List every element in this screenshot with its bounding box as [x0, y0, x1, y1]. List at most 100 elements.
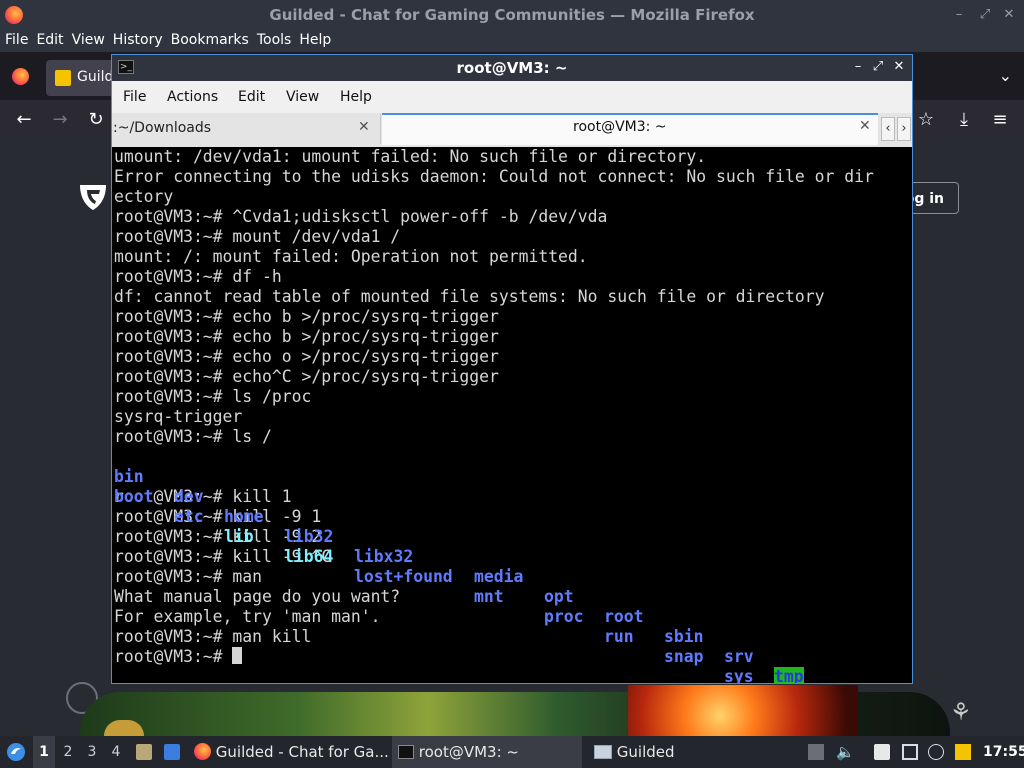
- terminal-line: root@VM3:~# kill 1: [114, 487, 292, 506]
- guilded-favicon-icon: [55, 70, 71, 86]
- terminal-cursor: [232, 647, 243, 664]
- guilded-logo-icon[interactable]: [78, 182, 108, 212]
- ls-entry: etc: [174, 507, 204, 526]
- terminal-maximize-icon[interactable]: ⤢: [870, 59, 886, 74]
- ls-entry: snap: [664, 647, 704, 666]
- firefox-titlebar: Guilded - Chat for Gaming Communities — …: [0, 0, 1024, 30]
- terminal-line: ectory: [114, 187, 174, 206]
- terminal-line: root@VM3:~# echo b >/proc/sysrq-trigger: [114, 307, 499, 326]
- minimize-icon[interactable]: –: [950, 6, 968, 24]
- term-menu-edit[interactable]: Edit: [238, 89, 265, 105]
- workspace-2[interactable]: 2: [57, 736, 79, 768]
- ls-entry: libx32: [354, 547, 414, 566]
- terminal-titlebar[interactable]: >_ root@VM3: ~ – ⤢ ✕: [112, 55, 912, 81]
- scroll-indicator-icon[interactable]: [808, 744, 824, 760]
- task-label: Guilded - Chat for Ga...: [215, 743, 389, 761]
- reload-icon[interactable]: ↻: [84, 108, 108, 132]
- terminal-line: What manual page do you want?: [114, 587, 401, 606]
- ls-entry: media: [474, 567, 524, 586]
- file-manager-icon[interactable]: [136, 744, 152, 760]
- ls-entry: run: [604, 627, 634, 646]
- terminal-line: root@VM3:~# echo^C >/proc/sysrq-trigger: [114, 367, 499, 386]
- workspace-3[interactable]: 3: [81, 736, 103, 768]
- term-menu-view[interactable]: View: [286, 89, 319, 105]
- tab-scroll-left-icon[interactable]: ‹: [881, 117, 895, 141]
- menu-edit[interactable]: Edit: [31, 30, 66, 48]
- terminal-window[interactable]: >_ root@VM3: ~ – ⤢ ✕ File Actions Edit V…: [111, 54, 913, 684]
- terminal-tab-active[interactable]: root@VM3: ~ ✕: [382, 113, 878, 145]
- terminal-line: root@VM3:~# df -h: [114, 267, 282, 286]
- terminal-line: mount: /: mount failed: Operation not pe…: [114, 247, 588, 266]
- taskbar: 1 2 3 4 Guilded - Chat for Ga... root@VM…: [0, 736, 1024, 768]
- terminal-tab-label: root@VM3: ~: [573, 119, 667, 135]
- ls-entry: opt: [544, 587, 574, 606]
- terminal-line: umount: /dev/vda1: umount failed: No suc…: [114, 147, 707, 166]
- menu-history[interactable]: History: [108, 30, 166, 48]
- workspace-4[interactable]: 4: [105, 736, 127, 768]
- bookmark-star-icon[interactable]: ☆: [914, 108, 938, 132]
- terminal-line: root@VM3:~# echo b >/proc/sysrq-trigger: [114, 327, 499, 346]
- menu-tools[interactable]: Tools: [252, 30, 295, 48]
- terminal-tab-downloads[interactable]: :~/Downloads ✕: [112, 114, 381, 144]
- ls-entry: sbin: [664, 627, 704, 646]
- ls-entry-tmp: tmp: [774, 667, 804, 683]
- terminal-line: sysrq-trigger: [114, 407, 243, 426]
- clipboard-icon[interactable]: [874, 744, 890, 760]
- workspace-1[interactable]: 1: [33, 736, 55, 768]
- term-menu-actions[interactable]: Actions: [167, 89, 218, 105]
- term-menu-file[interactable]: File: [123, 89, 146, 105]
- terminal-minimize-icon[interactable]: –: [850, 59, 866, 74]
- ls-entry: boot: [114, 487, 154, 506]
- maximize-icon[interactable]: ⤢: [976, 6, 994, 24]
- tab-close-icon[interactable]: ✕: [859, 118, 871, 134]
- window-icon: [594, 745, 612, 759]
- terminal-line: root@VM3:~# ^Cvda1;udisksctl power-off -…: [114, 207, 608, 226]
- terminal-tabbar: :~/Downloads ✕ root@VM3: ~ ✕ ‹ ›: [112, 113, 912, 147]
- terminal-tab-label: :~/Downloads: [113, 120, 212, 136]
- terminal-line: root@VM3:~# mount /dev/vda1 /: [114, 227, 401, 246]
- display-icon[interactable]: [902, 744, 918, 760]
- forward-icon[interactable]: →: [48, 108, 72, 132]
- ls-output-row-2: boot etc lib lib64 lost+found mnt proc r…: [114, 467, 910, 683]
- terminal-line: For example, try 'man man'.: [114, 607, 381, 626]
- show-desktop-icon[interactable]: [164, 744, 180, 760]
- task-terminal[interactable]: root@VM3: ~: [392, 736, 582, 768]
- terminal-line: root@VM3:~# man kill: [114, 627, 312, 646]
- downloads-icon[interactable]: ⤓: [952, 108, 976, 132]
- menu-file[interactable]: File: [0, 30, 31, 48]
- menu-help[interactable]: Help: [294, 30, 334, 48]
- clock[interactable]: 17:55: [983, 736, 1024, 768]
- terminal-line: Error connecting to the udisks daemon: C…: [114, 167, 874, 186]
- terminal-line: root@VM3:~# echo o >/proc/sysrq-trigger: [114, 347, 499, 366]
- firefox-view-icon[interactable]: [12, 68, 29, 85]
- terminal-close-icon[interactable]: ✕: [891, 59, 907, 74]
- menu-bookmarks[interactable]: Bookmarks: [166, 30, 252, 48]
- tab-label: Guild: [77, 69, 114, 85]
- volume-icon[interactable]: 🔈: [836, 744, 855, 760]
- ls-entry: mnt: [474, 587, 504, 606]
- ls-output-row-1: bin dev home lib32 libx32 media opt root…: [114, 447, 910, 683]
- task-guilded[interactable]: Guilded: [594, 736, 675, 768]
- terminal-icon: [398, 745, 414, 759]
- terminal-line: df: cannot read table of mounted file sy…: [114, 287, 825, 306]
- ls-entry: dev: [174, 487, 204, 506]
- task-firefox[interactable]: Guilded - Chat for Ga...: [194, 736, 389, 768]
- network-icon[interactable]: [928, 744, 944, 760]
- app-menu-icon[interactable]: ≡: [988, 108, 1012, 132]
- terminal-prompt-line[interactable]: root@VM3:~#: [114, 647, 910, 667]
- terminal-output[interactable]: umount: /dev/vda1: umount failed: No suc…: [114, 147, 910, 683]
- guilded-tray-icon[interactable]: [955, 744, 971, 760]
- app-launcher-icon[interactable]: [6, 742, 26, 762]
- term-menu-help[interactable]: Help: [340, 89, 372, 105]
- back-icon[interactable]: ←: [12, 108, 36, 132]
- menu-view[interactable]: View: [67, 30, 108, 48]
- ls-entry: lost+found: [354, 567, 453, 586]
- firefox-window-title: Guilded - Chat for Gaming Communities — …: [269, 6, 755, 24]
- close-icon[interactable]: ✕: [1000, 6, 1018, 24]
- task-label: root@VM3: ~: [418, 743, 519, 761]
- tab-close-icon[interactable]: ✕: [358, 119, 370, 135]
- chevron-down-icon[interactable]: ⌄: [999, 66, 1012, 85]
- ls-entry: root: [604, 607, 644, 626]
- task-label: Guilded: [616, 743, 675, 761]
- tab-scroll-right-icon[interactable]: ›: [897, 117, 911, 141]
